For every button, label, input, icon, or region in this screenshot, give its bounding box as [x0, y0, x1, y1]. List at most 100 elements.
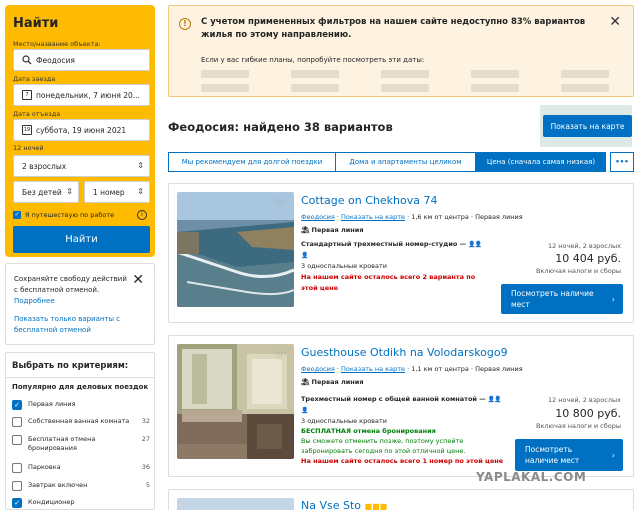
search-panel: Найти Место/название объекта: Феодосия Д… — [5, 5, 155, 257]
city-link[interactable]: Феодосия — [301, 213, 335, 221]
checkin-field[interactable]: 7 понедельник, 7 июня 20... — [13, 84, 150, 106]
property-photo[interactable]: ♡ — [177, 344, 294, 459]
free-cancellation: БЕСПЛАТНАЯ отмена бронирования — [301, 427, 436, 435]
filter-label: Первая линия — [28, 400, 76, 408]
line-text: Первая линия — [475, 213, 523, 221]
chevron-right-icon: › — [611, 450, 615, 460]
work-trip-checkbox[interactable]: ✓ Я путешествую по работе — [13, 211, 114, 219]
rating-squares-icon: ■■■ — [364, 502, 388, 510]
date-placeholder[interactable] — [381, 84, 429, 92]
property-photo[interactable]: ♡ — [177, 192, 294, 307]
date-placeholder[interactable] — [381, 70, 429, 78]
checkbox-checked-icon: ✓ — [12, 400, 22, 410]
checkbox-icon — [12, 481, 22, 491]
place-input[interactable]: Феодосия — [13, 49, 150, 71]
beach-umbrella-icon: ⛱ — [301, 378, 310, 386]
adults-select[interactable]: 2 взрослых ⇕ — [13, 155, 150, 177]
search-icon — [22, 55, 32, 65]
date-placeholder[interactable] — [561, 70, 609, 78]
watermark: YAPLAKAL.COM — [476, 470, 587, 484]
taxes-note: Включая налоги и сборы — [536, 267, 621, 275]
property-title[interactable]: Cottage on Chekhova 74 — [301, 194, 437, 207]
close-icon[interactable]: ✕ — [132, 272, 144, 288]
filter-count: 5 — [145, 481, 150, 489]
filter-first-line[interactable]: ✓ Первая линия — [12, 400, 150, 410]
filter-breakfast[interactable]: Завтрак включен 5 — [12, 481, 150, 491]
rooms-value: 1 номер — [93, 187, 125, 197]
checkbox-checked-icon: ✓ — [12, 498, 22, 508]
cancel-note: Вы сможете отменить позже, поэтому успей… — [301, 437, 466, 455]
checkout-field[interactable]: 19 суббота, 19 июня 2021 — [13, 119, 150, 141]
filters-panel: Выбрать по критериям: Популярно для дело… — [5, 352, 155, 510]
map-thumbnail[interactable]: Показать на карте — [540, 105, 632, 147]
promo-more-link[interactable]: Подробнее — [14, 296, 55, 307]
divider — [6, 377, 154, 378]
date-placeholder[interactable] — [471, 84, 519, 92]
chevron-right-icon: › — [611, 294, 615, 304]
close-icon[interactable]: ✕ — [609, 14, 621, 30]
results-heading: Феодосия: найдено 38 вариантов — [168, 120, 393, 134]
filter-label: Бесплатная отмена бронирования — [28, 435, 96, 452]
room-type: Стандартный трехместный номер-студио — — [301, 240, 467, 248]
date-placeholder[interactable] — [561, 84, 609, 92]
filter-label: Кондиционер — [28, 498, 75, 506]
city-link[interactable]: Феодосия — [301, 365, 335, 373]
updown-icon: ⇕ — [137, 161, 144, 170]
see-availability-button[interactable]: Посмотреть наличие мест › — [515, 439, 623, 471]
room-info: Стандартный трехместный номер-студио — 👤… — [301, 239, 486, 294]
filter-own-bathroom[interactable]: Собственная ванная комната 32 — [12, 417, 150, 427]
date-placeholder[interactable] — [471, 70, 519, 78]
availability-warning: На нашем сайте осталось всего 2 варианта… — [301, 273, 476, 292]
info-icon[interactable]: i — [137, 210, 147, 220]
date-placeholder[interactable] — [291, 70, 339, 78]
children-select[interactable]: Без детей ⇕ — [13, 181, 79, 203]
date-placeholder[interactable] — [291, 84, 339, 92]
free-cancellation-promo: Сохраняйте свободу действий с бесплатной… — [5, 263, 155, 345]
date-placeholder[interactable] — [201, 70, 249, 78]
property-card: Na Vse Sto ■■■ — [168, 489, 634, 510]
more-tabs-icon[interactable]: ••• — [610, 152, 634, 172]
filter-parking[interactable]: Парковка 36 — [12, 463, 150, 473]
tab-price-lowest[interactable]: Цена (сначала самая низкая) — [476, 152, 606, 172]
filters-title: Выбрать по критериям: — [12, 361, 129, 371]
tab-recommended[interactable]: Мы рекомендуем для долгой поездки — [168, 152, 336, 172]
checkbox-icon — [12, 463, 22, 473]
map-link[interactable]: Показать на карте — [341, 213, 405, 221]
filter-label: Собственная ванная комната — [28, 417, 130, 425]
adults-value: 2 взрослых — [22, 161, 67, 171]
tab-homes[interactable]: Дома и апартаменты целиком — [336, 152, 476, 172]
map-link[interactable]: Показать на карте — [341, 365, 405, 373]
room-type: Трехместный номер с общей ванной комнато… — [301, 395, 486, 403]
checkbox-icon — [12, 435, 22, 445]
first-line-text: Первая линия — [311, 226, 364, 234]
rooms-select[interactable]: 1 номер ⇕ — [84, 181, 150, 203]
filter-free-cancellation[interactable]: Бесплатная отмена бронирования 27 — [12, 435, 150, 453]
button-label: Посмотреть наличие мест — [511, 289, 594, 309]
property-title[interactable]: Guesthouse Otdikh na Volodarskogo9 — [301, 346, 508, 359]
property-title[interactable]: Na Vse Sto ■■■ — [301, 499, 387, 510]
updown-icon: ⇕ — [66, 187, 73, 196]
filter-label: Парковка — [28, 463, 61, 471]
checkout-value: суббота, 19 июня 2021 — [36, 125, 127, 135]
nights-label: 12 ночей — [13, 144, 44, 152]
updown-icon: ⇕ — [137, 187, 144, 196]
show-on-map-button[interactable]: Показать на карте — [543, 115, 632, 137]
property-location: Феодосия · Показать на карте · 1,1 км от… — [301, 365, 523, 373]
property-photo-image — [177, 498, 294, 510]
search-title: Найти — [13, 16, 59, 31]
promo-filter-link[interactable]: Показать только варианты с бесплатной от… — [14, 314, 149, 336]
favorite-heart-icon[interactable]: ♡ — [275, 349, 288, 362]
date-placeholder[interactable] — [201, 84, 249, 92]
beach-umbrella-icon: ⛱ — [301, 226, 310, 234]
first-line-badge: ⛱ Первая линия — [301, 226, 364, 234]
filter-air-conditioning[interactable]: ✓ Кондиционер — [12, 498, 150, 508]
property-photo[interactable] — [177, 498, 294, 510]
distance: 1,6 км от центра — [411, 213, 469, 221]
distance: 1,1 км от центра — [411, 365, 469, 373]
place-label: Место/название объекта: — [13, 40, 101, 48]
favorite-heart-icon[interactable]: ♡ — [275, 197, 288, 210]
filters-subtitle: Популярно для деловых поездок — [12, 383, 149, 391]
children-value: Без детей — [22, 187, 62, 197]
search-button[interactable]: Найти — [13, 226, 150, 253]
see-availability-button[interactable]: Посмотреть наличие мест › — [501, 284, 623, 314]
